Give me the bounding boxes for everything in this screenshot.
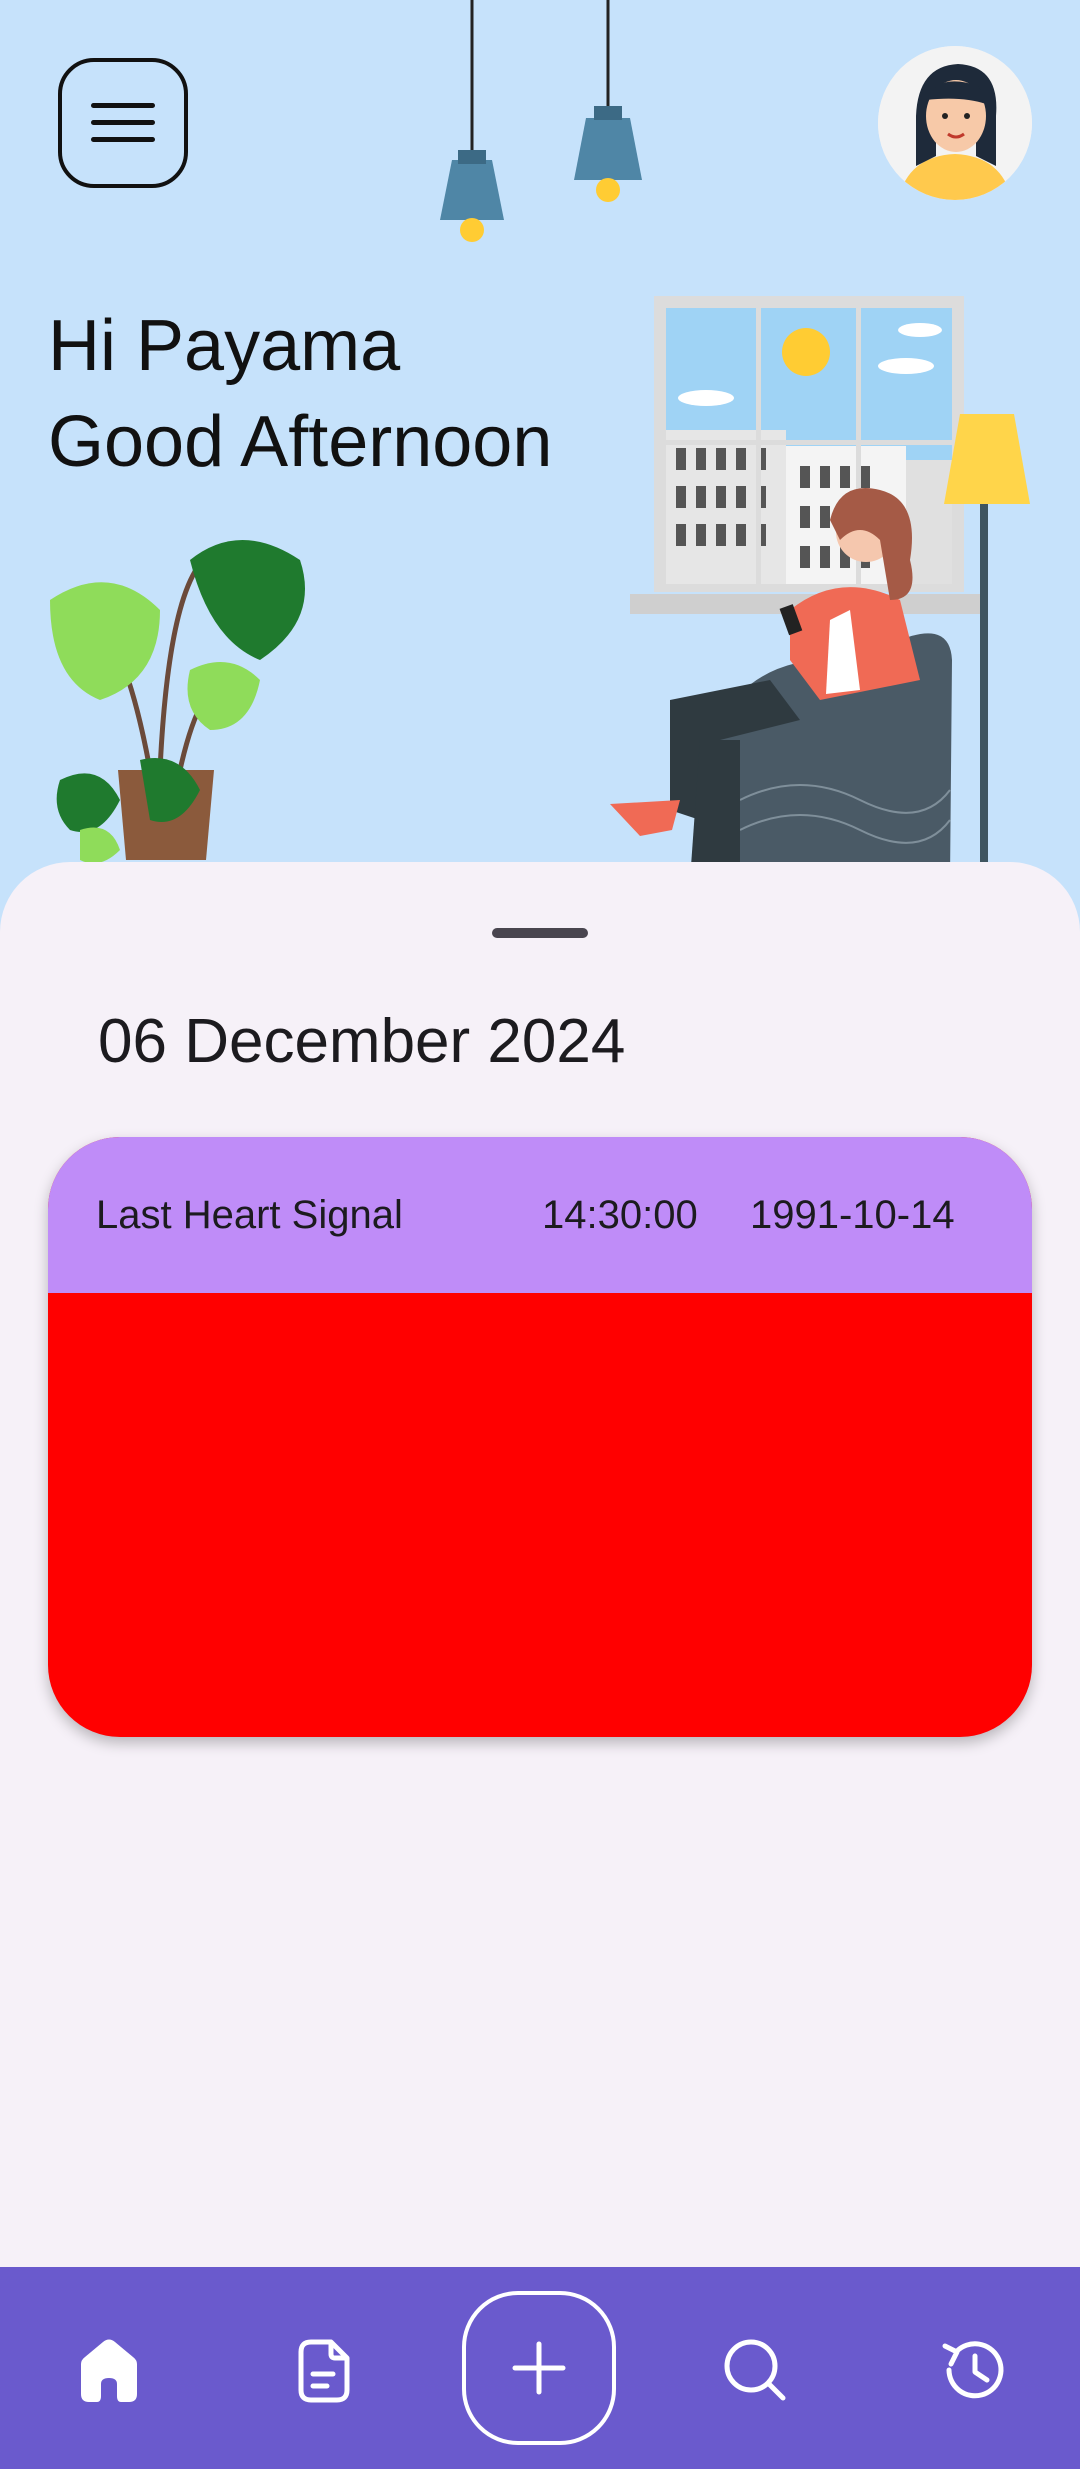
greeting-name: Hi Payama [48,306,401,386]
card-header: Last Heart Signal 14:30:00 1991-10-14 [48,1137,1032,1293]
add-icon [512,2341,566,2395]
signal-time: 14:30:00 [542,1192,698,1237]
nav-search[interactable] [710,2325,800,2415]
sheet-drag-handle[interactable] [492,928,588,938]
current-date: 06 December 2024 [98,1007,626,1076]
history-icon [942,2341,1004,2399]
greeting-time-of-day: Good Afternoon [48,402,553,482]
signal-date: 1991-10-14 [750,1192,955,1237]
menu-button[interactable] [58,58,188,188]
menu-icon [91,103,155,142]
heart-signal-card[interactable]: Last Heart Signal 14:30:00 1991-10-14 [48,1137,1032,1737]
nav-home[interactable] [64,2325,154,2415]
profile-avatar[interactable] [878,46,1032,200]
nav-documents[interactable] [278,2325,368,2415]
bottom-navigation [0,2267,1080,2469]
greeting-text: Hi Payama Good Afternoon [48,298,552,490]
search-icon [724,2339,786,2401]
document-icon [298,2339,350,2403]
card-title: Last Heart Signal [96,1192,403,1237]
home-icon [81,2339,137,2402]
nav-history[interactable] [928,2325,1018,2415]
hero-illustration: Hi Payama Good Afternoon [0,0,1080,880]
add-button[interactable] [462,2291,616,2445]
avatar-icon [878,46,1032,200]
